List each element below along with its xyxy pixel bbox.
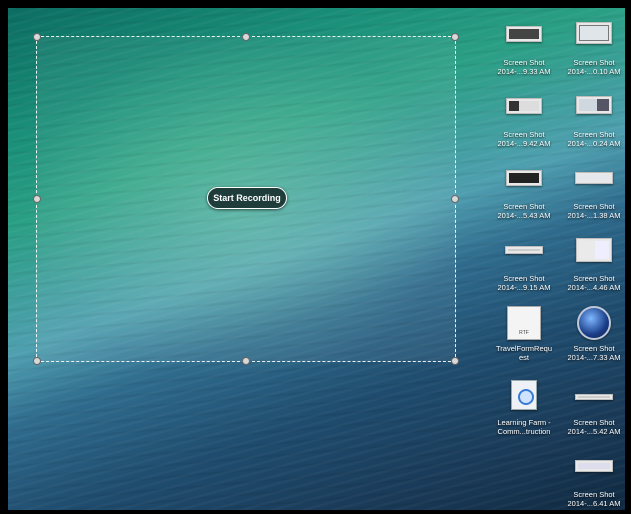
file-name: Screen Shot <box>573 202 615 211</box>
file-date: 2014-...0.10 AM <box>567 67 621 76</box>
file-name: Screen Shot <box>573 344 615 353</box>
resize-handle-bottom-left[interactable] <box>33 357 41 365</box>
file-name: Screen Shot <box>503 130 545 139</box>
desktop-file[interactable]: RTF TravelFormRequ est <box>487 306 561 372</box>
quicktime-icon <box>577 306 611 340</box>
ibooks-document-icon <box>511 380 537 410</box>
file-date: 2014-...7.33 AM <box>567 353 621 362</box>
screenshot-icon <box>506 170 542 186</box>
screenshot-icon <box>506 26 542 42</box>
resize-handle-bottom-right[interactable] <box>451 357 459 365</box>
file-date: 2014-...5.42 AM <box>567 427 621 436</box>
screenshot-icon <box>576 238 612 262</box>
file-date: 2014-...0.24 AM <box>567 139 621 148</box>
desktop-file[interactable]: Learning Farm - Comm...truction <box>487 380 561 444</box>
start-recording-button[interactable]: Start Recording <box>207 187 287 209</box>
file-date: 2014-...9.42 AM <box>497 139 551 148</box>
file-name: TravelFormRequ <box>496 344 552 353</box>
file-date: 2014-...4.46 AM <box>567 283 621 292</box>
file-name: Screen Shot <box>503 202 545 211</box>
screenshot-icon <box>576 96 612 114</box>
screenshot-icon <box>506 98 542 114</box>
file-name-continued: est <box>518 353 529 362</box>
screenshot-icon <box>575 394 613 400</box>
file-name: Learning Farm - <box>497 418 551 427</box>
file-name: Screen Shot <box>573 58 615 67</box>
screenshot-icon <box>575 172 613 184</box>
file-name: Screen Shot <box>503 274 545 283</box>
resize-handle-top-left[interactable] <box>33 33 41 41</box>
desktop-file[interactable]: Screen Shot 2014-...5.43 AM <box>487 164 561 228</box>
file-name-continued: Comm...truction <box>497 427 551 436</box>
file-name: Screen Shot <box>573 490 615 499</box>
resize-handle-top-right[interactable] <box>451 33 459 41</box>
file-date: 2014-...9.33 AM <box>497 67 551 76</box>
resize-handle-right[interactable] <box>451 195 459 203</box>
desktop-file[interactable]: Screen Shot 2014-...1.38 AM <box>557 164 625 228</box>
screenshot-icon <box>576 22 612 44</box>
file-date: 2014-...9.15 AM <box>497 283 551 292</box>
desktop-file[interactable]: Screen Shot 2014-...0.24 AM <box>557 92 625 156</box>
screenshot-icon <box>505 246 543 254</box>
desktop-file[interactable]: Screen Shot 2014-...4.46 AM <box>557 236 625 300</box>
recording-selection-area[interactable]: Start Recording <box>33 33 459 365</box>
file-date: 2014-...6.41 AM <box>567 499 621 508</box>
file-name: Screen Shot <box>573 274 615 283</box>
rtf-document-icon: RTF <box>507 306 541 340</box>
file-date: 2014-...5.43 AM <box>497 211 551 220</box>
resize-handle-bottom[interactable] <box>242 357 250 365</box>
desktop-file[interactable]: Screen Shot 2014-...6.41 AM <box>557 452 625 510</box>
desktop-file[interactable]: Screen Shot 2014-...9.42 AM <box>487 92 561 156</box>
desktop-file[interactable]: Screen Shot 2014-...9.33 AM <box>487 20 561 84</box>
file-name: Screen Shot <box>573 130 615 139</box>
resize-handle-top[interactable] <box>242 33 250 41</box>
resize-handle-left[interactable] <box>33 195 41 203</box>
file-type-badge: RTF <box>519 330 529 336</box>
file-date: 2014-...1.38 AM <box>567 211 621 220</box>
desktop: Start Recording Screen Shot 2014-...9.33… <box>8 8 625 510</box>
screenshot-icon <box>575 460 613 472</box>
file-name: Screen Shot <box>573 418 615 427</box>
desktop-file[interactable]: Screen Shot 2014-...5.42 AM <box>557 380 625 444</box>
file-name: Screen Shot <box>503 58 545 67</box>
desktop-file[interactable]: Screen Shot 2014-...9.15 AM <box>487 236 561 300</box>
desktop-file[interactable]: Screen Shot 2014-...0.10 AM <box>557 20 625 84</box>
desktop-file[interactable]: Screen Shot 2014-...7.33 AM <box>557 306 625 372</box>
